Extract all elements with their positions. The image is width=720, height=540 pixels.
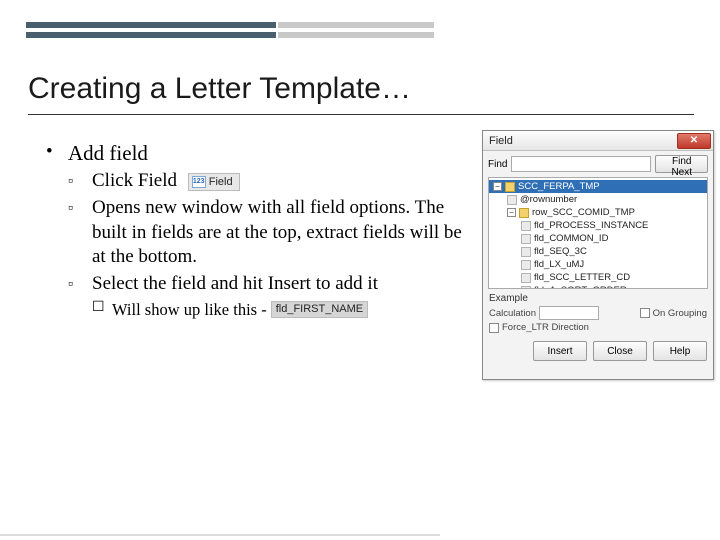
field-icon bbox=[521, 273, 531, 283]
find-input[interactable] bbox=[511, 156, 651, 172]
close-dialog-button[interactable]: Close bbox=[593, 341, 647, 361]
force-ltr-label: Force_LTR Direction bbox=[502, 322, 589, 333]
bullet-text: Will show up like this - fld_FIRST_NAME bbox=[112, 299, 476, 320]
example-label: Example bbox=[483, 289, 713, 304]
dialog-titlebar: Field ✕ bbox=[483, 131, 713, 151]
field-icon bbox=[521, 247, 531, 257]
bullet-lvl1: • bbox=[46, 140, 68, 167]
field-icon bbox=[507, 195, 517, 205]
tree-node[interactable]: @rownumber bbox=[489, 193, 707, 206]
folder-icon bbox=[505, 182, 515, 192]
collapse-icon[interactable]: − bbox=[493, 182, 502, 191]
close-icon: ✕ bbox=[690, 136, 698, 146]
bullet-text: Add field bbox=[68, 140, 476, 167]
title-underline bbox=[28, 114, 694, 115]
tree-leaf[interactable]: fld_SCC_LETTER_CD bbox=[489, 271, 707, 284]
calculation-select[interactable] bbox=[539, 306, 599, 320]
help-button[interactable]: Help bbox=[653, 341, 707, 361]
bullet-lvl2: ▫ bbox=[68, 169, 92, 194]
field-result-tag: fld_FIRST_NAME bbox=[271, 301, 368, 317]
dialog-title: Field bbox=[489, 135, 513, 147]
field-dialog: Field ✕ Find Find Next − SCC_FERPA_TMP @… bbox=[482, 130, 714, 380]
slide-body: • Add field ▫ Click Field 123 Field ▫ Op… bbox=[46, 140, 476, 320]
bullet-text: Click Field 123 Field bbox=[92, 169, 472, 194]
close-button[interactable]: ✕ bbox=[677, 133, 711, 149]
page-title: Creating a Letter Template… bbox=[28, 72, 411, 106]
slide-header-decoration bbox=[26, 22, 694, 52]
field-icon bbox=[521, 234, 531, 244]
force-ltr-checkbox[interactable] bbox=[489, 323, 499, 333]
find-label: Find bbox=[488, 159, 507, 170]
tree-leaf[interactable]: fld_PROCESS_INSTANCE bbox=[489, 219, 707, 232]
tree-leaf[interactable]: fld_SEQ_3C bbox=[489, 245, 707, 258]
field-icon bbox=[521, 221, 531, 231]
on-grouping-checkbox[interactable] bbox=[640, 308, 650, 318]
tree-leaf[interactable]: fld_COMMON_ID bbox=[489, 232, 707, 245]
field-toolbar-button[interactable]: 123 Field bbox=[188, 173, 240, 191]
tree-node[interactable]: − row_SCC_COMID_TMP bbox=[489, 206, 707, 219]
bullet-lvl3: ☐ bbox=[92, 299, 112, 320]
slide-footer-decoration bbox=[0, 534, 720, 536]
folder-icon bbox=[519, 208, 529, 218]
on-grouping-label: On Grouping bbox=[653, 308, 707, 319]
bullet-lvl2: ▫ bbox=[68, 196, 92, 270]
bullet-lvl2: ▫ bbox=[68, 272, 92, 297]
field-icon bbox=[521, 260, 531, 270]
bullet-text: Select the field and hit Insert to add i… bbox=[92, 272, 472, 297]
bullet-text: Opens new window with all field options.… bbox=[92, 196, 472, 270]
collapse-icon[interactable]: − bbox=[507, 208, 516, 217]
find-next-button[interactable]: Find Next bbox=[655, 155, 708, 173]
tree-leaf[interactable]: fld_LX_uMJ bbox=[489, 258, 707, 271]
field-tree[interactable]: − SCC_FERPA_TMP @rownumber − row_SCC_COM… bbox=[488, 177, 708, 289]
field-button-label: Field bbox=[209, 175, 233, 189]
calculation-label: Calculation bbox=[489, 308, 536, 319]
insert-button[interactable]: Insert bbox=[533, 341, 587, 361]
tree-root[interactable]: − SCC_FERPA_TMP bbox=[489, 180, 707, 193]
field-123-icon: 123 bbox=[192, 176, 206, 188]
